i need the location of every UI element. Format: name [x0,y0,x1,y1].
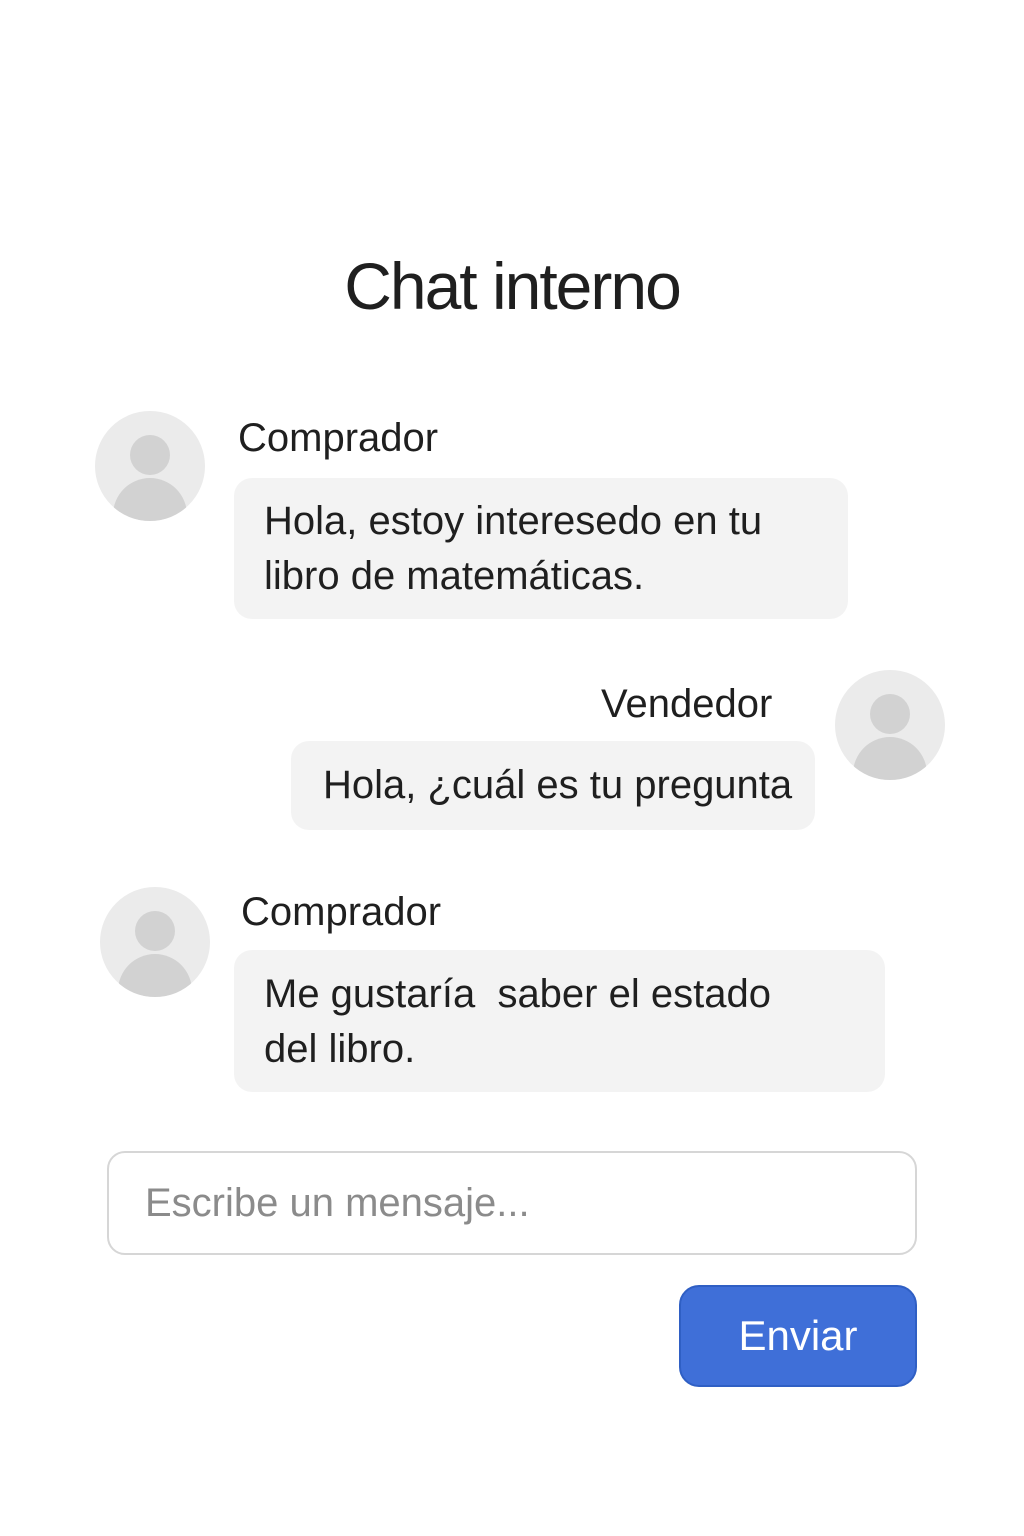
buyer-avatar-icon [95,411,205,521]
message-bubble: Me gustaría saber el estado del libro. [234,950,885,1092]
message-text-line: Hola, estoy interesedo en tu [264,499,763,543]
message-text-line: libro de matemáticas. [264,554,645,598]
message-text-line: Me gustaría saber el estado [264,972,771,1016]
message-bubble: Hola, estoy interesedo en tu libro de ma… [234,478,848,619]
buyer-avatar-icon [100,887,210,997]
message-input[interactable] [107,1151,917,1255]
message-sender: Comprador [238,416,439,460]
message-sender: Vendedor [601,682,773,726]
message-text-line: Hola, ¿cuál es tu pregunta [323,763,793,807]
send-button[interactable]: Enviar [679,1285,917,1387]
page-title: Chat interno [344,249,682,323]
message-sender: Comprador [241,890,442,934]
message-bubble: Hola, ¿cuál es tu pregunta [291,741,815,830]
message-text-line: del libro. [264,1027,416,1071]
seller-avatar-icon [835,670,945,780]
